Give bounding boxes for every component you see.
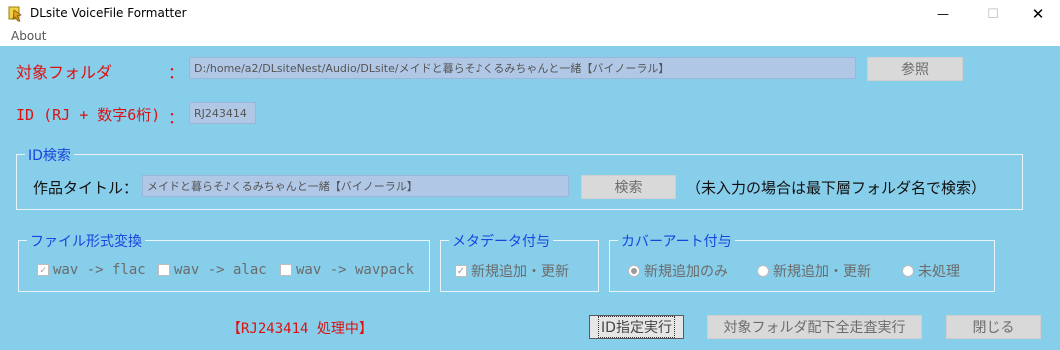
maximize-icon: ☐ [987,6,999,22]
maximize-button[interactable]: ☐ [970,0,1016,28]
target-folder-colon: ： [168,63,185,82]
id-colon: ： [168,108,185,127]
close-button[interactable]: 閉じる [946,315,1041,339]
radio-unselected-icon [902,265,914,277]
title-bar: DLsite VoiceFile Formatter — ☐ ✕ [0,0,1060,28]
minimize-button[interactable]: — [920,0,966,28]
run-id-button[interactable]: ID指定実行 [589,315,684,339]
id-search-legend: ID検索 [25,145,74,165]
target-folder-label: 対象フォルダ [16,63,113,82]
run-id-button-label: ID指定実行 [598,316,675,338]
search-button[interactable]: 検索 [581,175,676,199]
menu-item-about[interactable]: About [11,29,46,43]
browse-button[interactable]: 参照 [867,57,963,81]
alac-checkbox[interactable]: wav -> alac [158,262,267,278]
id-input[interactable]: RJ243414 [189,102,256,124]
cover-art-radio-new-only[interactable]: 新規追加のみ [628,261,728,281]
alac-option-label: wav -> alac [174,262,267,278]
cover-art-option-label: 新規追加・更新 [773,264,871,280]
metadata-checkbox[interactable]: ✓ 新規追加・更新 [455,261,569,281]
metadata-option-label: 新規追加・更新 [471,264,569,280]
checkbox-checked-icon: ✓ [455,265,467,277]
cover-art-legend: カバーアート付与 [618,231,735,251]
run-all-button[interactable]: 対象フォルダ配下全走査実行 [707,315,922,339]
cover-art-radio-add-update[interactable]: 新規追加・更新 [757,261,871,281]
window-title: DLsite VoiceFile Formatter [30,6,187,20]
cover-art-option-label: 新規追加のみ [644,264,728,280]
menu-bar: About [0,28,1060,46]
wavpack-option-label: wav -> wavpack [296,262,415,278]
cover-art-option-label: 未処理 [918,264,960,280]
work-title-input[interactable]: メイドと暮らそ♪くるみちゃんと一緒【バイノーラル】 [142,175,569,197]
checkbox-checked-icon: ✓ [37,264,49,276]
minimize-icon: — [937,7,949,21]
radio-selected-icon [628,265,640,277]
work-title-label: 作品タイトル： [33,179,139,197]
cover-art-radio-none[interactable]: 未処理 [902,261,960,281]
close-icon: ✕ [1031,5,1045,23]
close-window-button[interactable]: ✕ [1015,0,1060,28]
radio-unselected-icon [757,265,769,277]
search-note: （未入力の場合は最下層フォルダ名で検索） [686,179,987,197]
target-folder-input[interactable]: D:/home/a2/DLsiteNest/Audio/DLsite/メイドと暮… [189,57,856,79]
app-window: DLsite VoiceFile Formatter — ☐ ✕ About 対… [0,0,1060,350]
id-label: ID (RJ + 数字6桁) [16,106,161,124]
flac-option-label: wav -> flac [53,262,146,278]
file-conversion-legend: ファイル形式変換 [27,231,145,251]
app-icon [8,6,22,22]
metadata-legend: メタデータ付与 [449,231,553,251]
flac-checkbox[interactable]: ✓ wav -> flac [37,262,146,278]
checkbox-unchecked-icon [158,264,170,276]
status-text: 【RJ243414 処理中】 [227,321,373,337]
checkbox-unchecked-icon [280,264,292,276]
wavpack-checkbox[interactable]: wav -> wavpack [280,262,414,278]
main-panel: 対象フォルダ ： D:/home/a2/DLsiteNest/Audio/DLs… [0,46,1060,350]
